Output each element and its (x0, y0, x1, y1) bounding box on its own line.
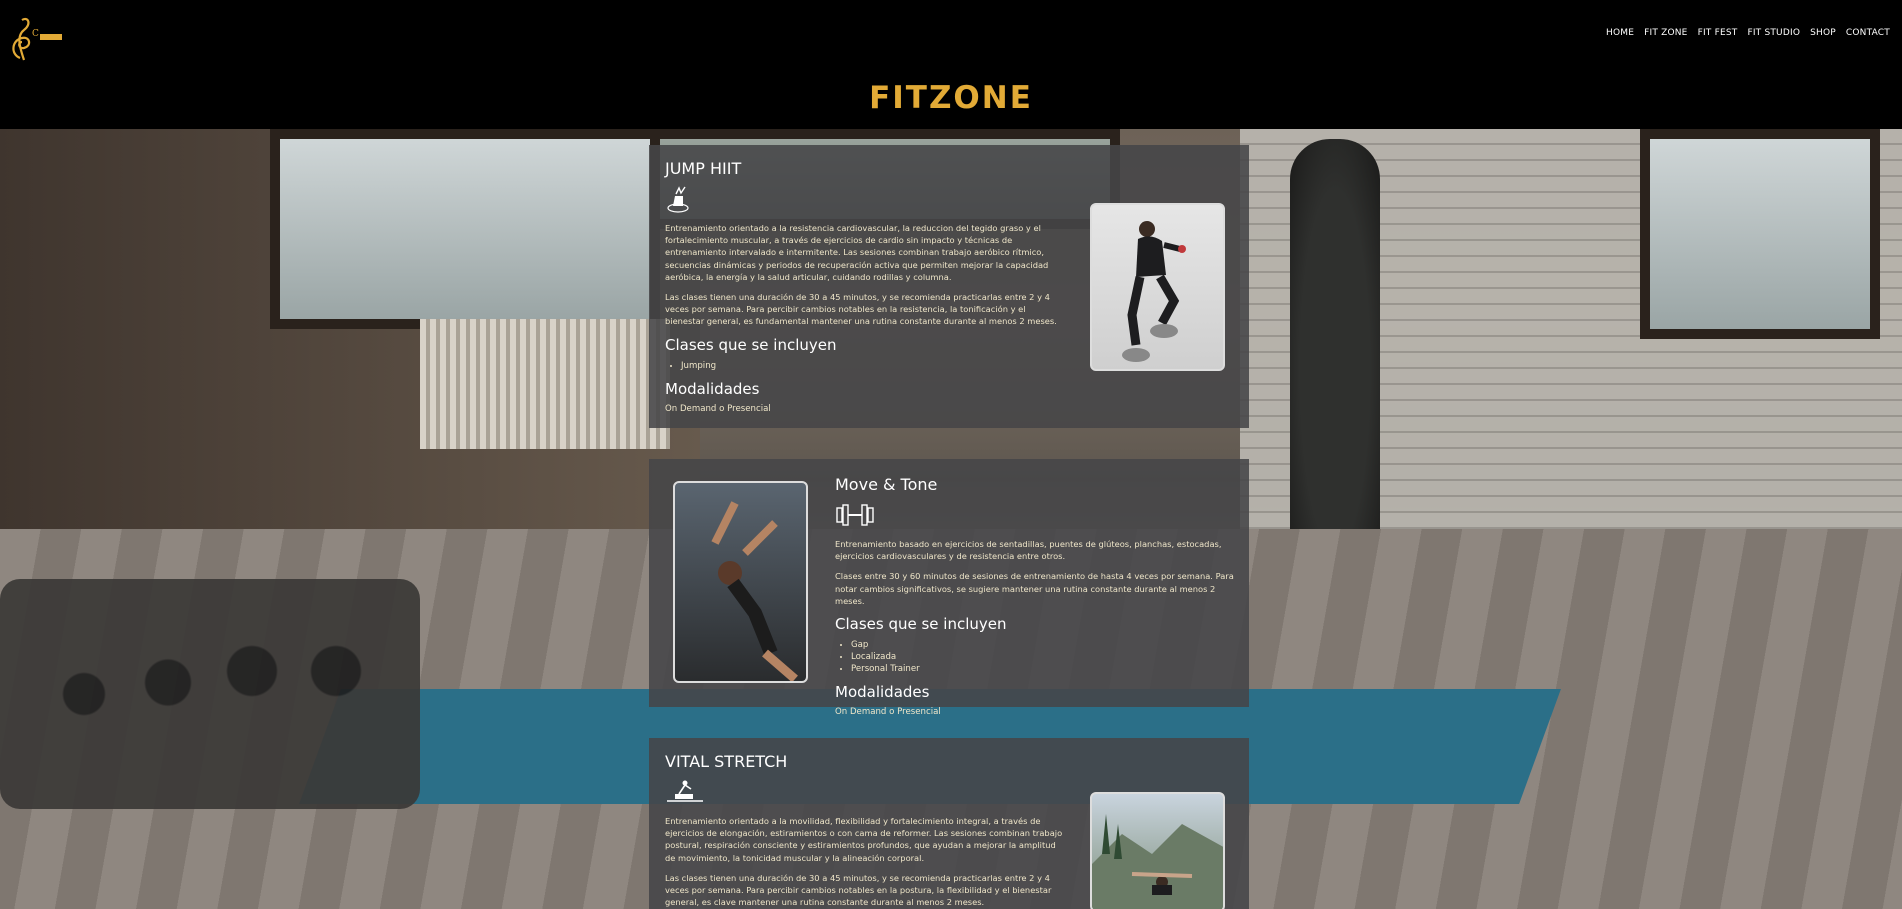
svg-text:C: C (32, 29, 39, 39)
background-window-left (270, 129, 660, 329)
program-schedule: Clases entre 30 y 60 minutos de sesiones… (835, 571, 1234, 606)
program-description: Entrenamiento orientado a la movilidad, … (665, 816, 1063, 863)
nav-fit-fest[interactable]: FIT FEST (1698, 28, 1738, 38)
program-card-move-tone: Move & Tone Entrenamiento basado en ejer… (649, 459, 1249, 717)
program-photo (673, 481, 808, 683)
program-card-vital-stretch: VITAL STRETCH Entrenamiento orientado a … (649, 738, 1249, 909)
dumbbell-icon (836, 504, 874, 526)
kangoo-jump-icon (667, 186, 689, 213)
program-title: VITAL STRETCH (665, 752, 788, 771)
page-title: FITZONE (869, 80, 1033, 116)
program-description: Entrenamiento basado en ejercicios de se… (835, 539, 1222, 562)
main-nav: HOME FIT ZONE FIT FEST FIT STUDIO SHOP C… (1606, 28, 1890, 38)
brand-logo[interactable]: C (6, 14, 66, 64)
modalities-value: On Demand o Presencial (835, 707, 941, 718)
classes-list: Gap Localizada Personal Trainer (851, 639, 1235, 675)
site-header: C HOME FIT ZONE FIT FEST FIT STUDIO SHOP… (0, 0, 1902, 129)
program-card-jump-hiit: JUMP HIIT Entrenamiento orientado a la r… (649, 145, 1249, 428)
background-window-right (1640, 129, 1880, 339)
background-radiator (420, 319, 670, 449)
class-item: Localizada (851, 651, 1235, 663)
program-photo (1090, 792, 1225, 909)
nav-fit-studio[interactable]: FIT STUDIO (1747, 28, 1800, 38)
nav-fit-zone[interactable]: FIT ZONE (1644, 28, 1687, 38)
program-photo (1090, 203, 1225, 371)
classes-heading: Clases que se incluyen (835, 615, 1007, 634)
background-dumbbell-rack (0, 579, 420, 809)
modalities-value: On Demand o Presencial (665, 403, 771, 414)
program-schedule: Las clases tienen una duración de 30 a 4… (665, 292, 1057, 327)
program-schedule: Las clases tienen una duración de 30 a 4… (665, 872, 1052, 908)
nav-contact[interactable]: CONTACT (1846, 28, 1890, 38)
classes-heading: Clases que se incluyen (665, 335, 837, 354)
class-item: Personal Trainer (851, 663, 1235, 675)
program-title: Move & Tone (835, 475, 938, 494)
modalities-heading: Modalidades (665, 379, 760, 398)
reformer-icon (667, 780, 703, 802)
classes-list: Jumping (681, 360, 1065, 372)
nav-home[interactable]: HOME (1606, 28, 1634, 38)
program-title: JUMP HIIT (665, 159, 742, 178)
modalities-heading: Modalidades (835, 683, 930, 702)
class-item: Gap (851, 639, 1235, 651)
program-description: Entrenamiento orientado a la resistencia… (665, 223, 1049, 282)
nav-shop[interactable]: SHOP (1810, 28, 1836, 38)
class-item: Jumping (681, 360, 1065, 372)
